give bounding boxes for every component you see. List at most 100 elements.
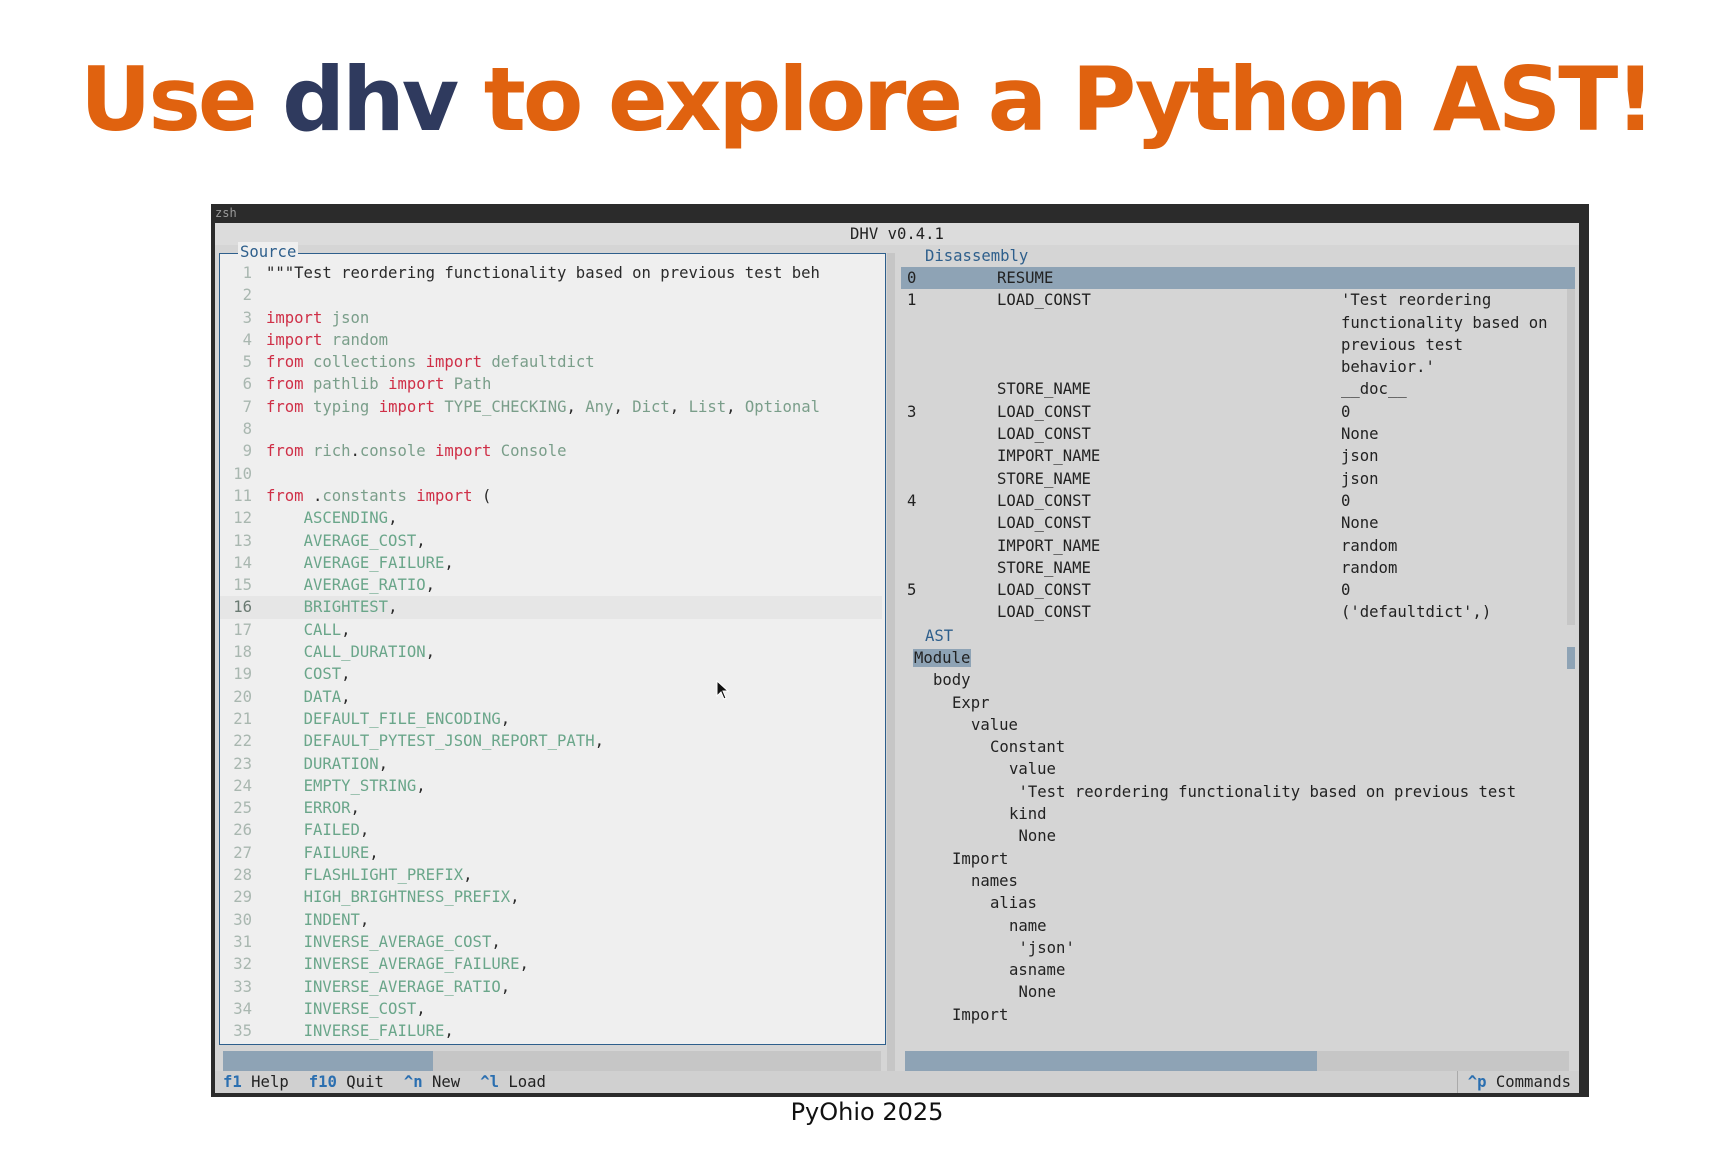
ast-horizontal-scrollbar[interactable] (905, 1051, 1569, 1071)
source-line[interactable]: 1 """Test reordering functionality based … (220, 262, 882, 284)
code-token: ERROR (303, 799, 351, 818)
ast-node[interactable]: None (901, 825, 1571, 847)
ast-node[interactable]: names (901, 870, 1571, 892)
source-line[interactable]: 33 INVERSE_AVERAGE_RATIO, (220, 976, 882, 998)
instruction-opname: IMPORT_NAME (997, 536, 1101, 555)
source-pane[interactable]: Source 1 """Test reordering functionality… (219, 242, 886, 1045)
ast-node[interactable]: kind (901, 803, 1571, 825)
source-line[interactable]: 17 CALL, (220, 619, 882, 641)
code-text: CALL, (266, 619, 351, 641)
ast-node[interactable]: value (901, 714, 1571, 736)
disassembly-row[interactable]: STORE_NAME random (901, 557, 1571, 579)
title-highlight: dhv (282, 48, 459, 151)
disassembly-row[interactable]: 5 LOAD_CONST 0 (901, 579, 1571, 601)
source-line[interactable]: 2 (220, 284, 882, 306)
source-vertical-scrollbar[interactable] (887, 253, 895, 1071)
source-line[interactable]: 29 HIGH_BRIGHTNESS_PREFIX, (220, 886, 882, 908)
ast-node[interactable]: asname (901, 959, 1571, 981)
ast-node[interactable]: Import (901, 1004, 1571, 1026)
source-line[interactable]: 20 DATA, (220, 686, 882, 708)
source-scroll-thumb[interactable] (223, 1051, 433, 1071)
footer-command-palette[interactable]: ^p Commands (1456, 1071, 1571, 1093)
disassembly-pane[interactable]: Disassembly 0 RESUME 1 LOAD_CONST 'Test reor… (901, 245, 1575, 644)
source-code[interactable]: 1 """Test reordering functionality based … (220, 262, 882, 1042)
source-line[interactable]: 31 INVERSE_AVERAGE_COST, (220, 931, 882, 953)
source-line[interactable]: 5 from collections import defaultdict (220, 351, 882, 373)
disassembly-row[interactable]: previous test (901, 334, 1571, 356)
code-token: import (266, 330, 323, 349)
source-line[interactable]: 19 COST, (220, 663, 882, 685)
code-token: , (726, 397, 745, 416)
source-line[interactable]: 30 INDENT, (220, 909, 882, 931)
ast-scroll-h-thumb[interactable] (905, 1051, 1317, 1071)
source-line[interactable]: 16 BRIGHTEST, (220, 596, 882, 619)
disassembly-row[interactable]: STORE_NAME json (901, 468, 1571, 490)
ast-node[interactable]: Import (901, 848, 1571, 870)
source-line[interactable]: 22 DEFAULT_PYTEST_JSON_REPORT_PATH, (220, 730, 882, 752)
disassembly-row[interactable]: LOAD_CONST None (901, 512, 1571, 534)
disassembly-row[interactable]: 0 RESUME (901, 267, 1571, 290)
source-line[interactable]: 3 import json (220, 307, 882, 329)
source-line[interactable]: 8 (220, 418, 882, 440)
ast-node[interactable]: alias (901, 892, 1571, 914)
source-line[interactable]: 28 FLASHLIGHT_PREFIX, (220, 864, 882, 886)
source-line[interactable]: 35 INVERSE_FAILURE, (220, 1020, 882, 1042)
source-line[interactable]: 4 import random (220, 329, 882, 351)
source-line[interactable]: 9 from rich.console import Console (220, 440, 882, 462)
disassembly-scrollbar[interactable] (1567, 267, 1575, 637)
ast-pane[interactable]: AST Module body Expr value Constant value 'Tes… (901, 625, 1575, 1045)
disassembly-row[interactable]: behavior.' (901, 356, 1571, 378)
source-line[interactable]: 32 INVERSE_AVERAGE_FAILURE, (220, 953, 882, 975)
ast-scroll-thumb[interactable] (1567, 647, 1575, 669)
ast-node[interactable]: Expr (901, 692, 1571, 714)
disassembly-row[interactable]: 4 LOAD_CONST 0 (901, 490, 1571, 512)
disassembly-row[interactable]: STORE_NAME __doc__ (901, 378, 1571, 400)
disassembly-row[interactable]: LOAD_CONST ('defaultdict',) (901, 601, 1571, 623)
source-line[interactable]: 11 from .constants import ( (220, 485, 882, 507)
ast-node[interactable]: body (901, 669, 1571, 691)
source-line[interactable]: 15 AVERAGE_RATIO, (220, 574, 882, 596)
line-number: 14 (233, 553, 252, 572)
disassembly-row[interactable]: IMPORT_NAME json (901, 445, 1571, 467)
source-line[interactable]: 14 AVERAGE_FAILURE, (220, 552, 882, 574)
ast-tree[interactable]: Module body Expr value Constant value 'Test re… (901, 647, 1571, 1043)
source-line[interactable]: 7 from typing import TYPE_CHECKING, Any, … (220, 396, 882, 418)
footer-shortcut-load[interactable]: ^l Load (480, 1071, 546, 1093)
ast-node[interactable]: 'Test reordering functionality based on … (901, 781, 1571, 803)
ast-node[interactable]: value (901, 758, 1571, 780)
code-text: AVERAGE_FAILURE, (266, 552, 454, 574)
source-line[interactable]: 26 FAILED, (220, 819, 882, 841)
footer-shortcut-quit[interactable]: f10 Quit (309, 1071, 384, 1093)
source-line[interactable]: 23 DURATION, (220, 753, 882, 775)
source-line[interactable]: 25 ERROR, (220, 797, 882, 819)
source-line[interactable]: 21 DEFAULT_FILE_ENCODING, (220, 708, 882, 730)
disassembly-row[interactable]: 3 LOAD_CONST 0 (901, 401, 1571, 423)
disassembly-row[interactable]: IMPORT_NAME random (901, 535, 1571, 557)
code-text: INVERSE_AVERAGE_COST, (266, 931, 501, 953)
disassembly-row[interactable]: LOAD_CONST None (901, 423, 1571, 445)
disassembly-row[interactable]: functionality based on (901, 312, 1571, 334)
source-line[interactable]: 6 from pathlib import Path (220, 373, 882, 395)
disassembly-list[interactable]: 0 RESUME 1 LOAD_CONST 'Test reordering functi… (901, 267, 1571, 646)
terminal-tab[interactable]: zsh (211, 204, 237, 222)
source-line[interactable]: 24 EMPTY_STRING, (220, 775, 882, 797)
source-line[interactable]: 12 ASCENDING, (220, 507, 882, 529)
source-line[interactable]: 13 AVERAGE_COST, (220, 530, 882, 552)
disassembly-scroll-thumb[interactable] (1567, 267, 1575, 289)
ast-node[interactable]: 'json' (901, 937, 1571, 959)
source-line[interactable]: 27 FAILURE, (220, 842, 882, 864)
disassembly-row[interactable]: 1 LOAD_CONST 'Test reordering (901, 289, 1571, 311)
ast-node[interactable]: Constant (901, 736, 1571, 758)
ast-node[interactable]: Module (901, 647, 1571, 669)
source-line[interactable]: 18 CALL_DURATION, (220, 641, 882, 663)
code-token: , (341, 620, 351, 639)
source-line[interactable]: 34 INVERSE_COST, (220, 998, 882, 1020)
source-horizontal-scrollbar[interactable] (223, 1051, 881, 1071)
footer-shortcut-new[interactable]: ^n New (404, 1071, 460, 1093)
ast-node[interactable]: None (901, 981, 1571, 1003)
ast-node[interactable]: name (901, 915, 1571, 937)
source-line[interactable]: 10 (220, 463, 882, 485)
footer-shortcut-help[interactable]: f1 Help (223, 1071, 289, 1093)
slide-title: Use dhv to explore a Python AST! (80, 51, 1655, 149)
